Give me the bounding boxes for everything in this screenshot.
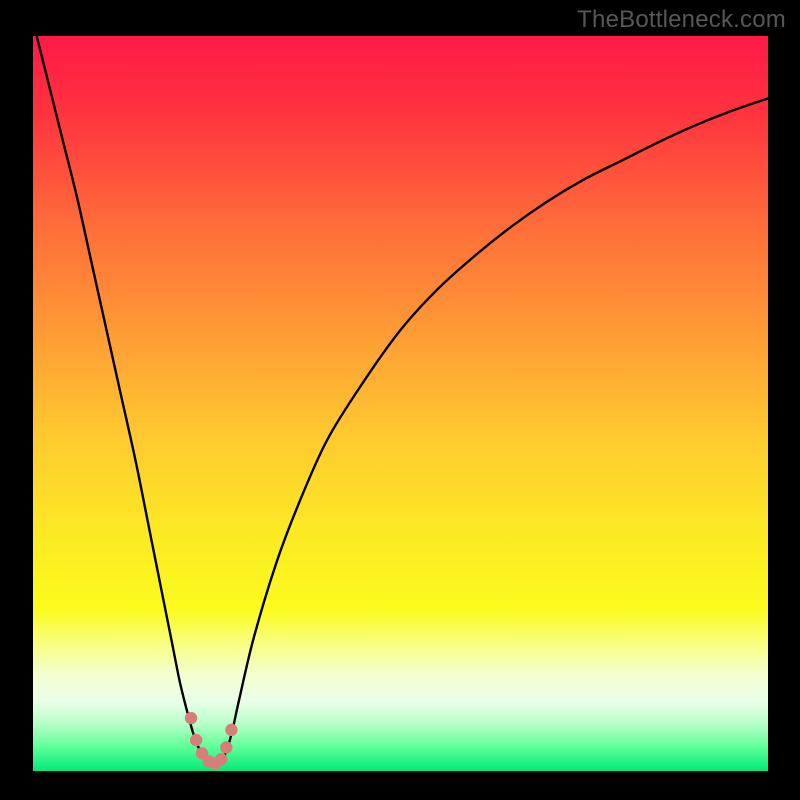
highlight-dot (215, 753, 227, 765)
gradient-background (33, 36, 768, 771)
bottleneck-chart (0, 0, 800, 800)
highlight-dot (190, 734, 202, 746)
highlight-dot (220, 741, 232, 753)
highlight-dot (225, 724, 237, 736)
chart-frame: TheBottleneck.com (0, 0, 800, 800)
highlight-dot (185, 712, 197, 724)
